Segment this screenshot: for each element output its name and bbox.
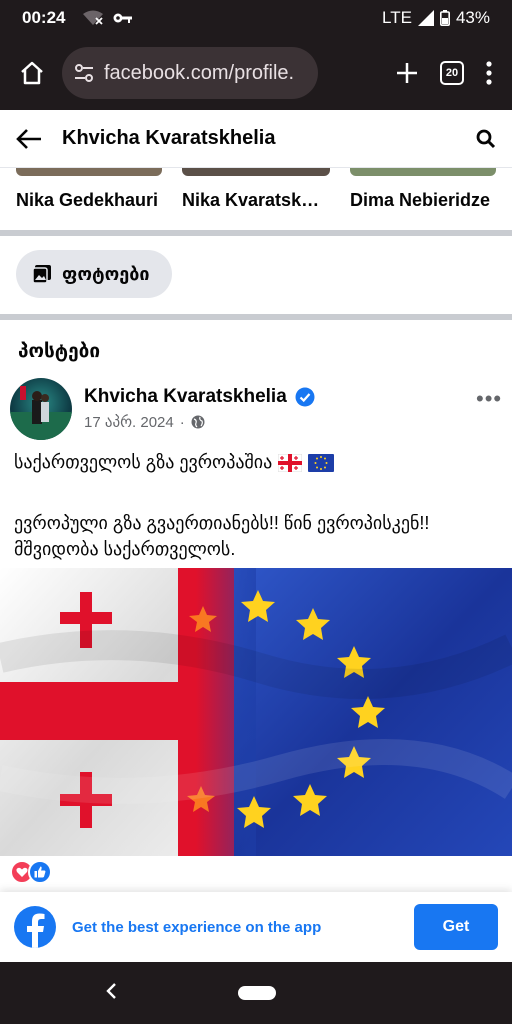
post-options-icon[interactable]: •••: [476, 386, 502, 412]
site-settings-icon[interactable]: [74, 64, 94, 82]
verified-badge-icon: [295, 387, 315, 407]
status-bar: 00:24 LTE 43%: [0, 0, 512, 36]
search-icon[interactable]: [476, 129, 496, 149]
avatar-image: [10, 386, 72, 440]
reactions-summary[interactable]: [10, 860, 52, 884]
post-date[interactable]: 17 აპრ. 2024: [84, 413, 174, 431]
friend-card[interactable]: Nika Kvaratskhelia: [182, 168, 330, 230]
url-bar[interactable]: facebook.com/profile.: [62, 47, 318, 99]
signal-icon: [417, 10, 434, 26]
new-tab-icon[interactable]: [396, 62, 418, 84]
eu-flag-emoji-icon: [308, 453, 335, 472]
friends-list: Nika Gedekhauri Nika Kvaratskhelia Dima …: [0, 168, 512, 230]
post-author[interactable]: Khvicha Kvaratskhelia: [84, 386, 315, 408]
photos-icon: [32, 265, 51, 284]
profile-header: Khvicha Kvaratskhelia: [0, 110, 512, 168]
network-type: LTE: [382, 8, 412, 27]
author-name: Khvicha Kvaratskhelia: [84, 386, 287, 407]
posts-section: პოსტები Khvicha Kvaratskhelia 17 აპრ. 20…: [0, 320, 512, 962]
nav-back-icon[interactable]: [104, 982, 118, 1000]
friend-photo: [182, 168, 330, 176]
friend-name: Nika Kvaratskhelia: [182, 190, 330, 210]
photos-label: ფოტოები: [62, 263, 150, 284]
friend-photo: [16, 168, 162, 176]
friend-name: Nika Gedekhauri: [16, 190, 159, 210]
like-reaction-icon: [28, 860, 52, 884]
app-install-banner: Get the best experience on the app Get: [0, 892, 512, 962]
app-banner-text: Get the best experience on the app: [72, 918, 322, 936]
key-icon: [113, 13, 133, 23]
georgia-flag-emoji-icon: [278, 453, 303, 472]
back-arrow-icon[interactable]: [16, 128, 42, 150]
author-avatar[interactable]: [10, 378, 72, 440]
battery-icon: [439, 10, 450, 26]
status-time: 00:24: [22, 8, 66, 27]
photos-button[interactable]: ფოტოები: [16, 250, 172, 298]
post-image-georgia-eu-flags[interactable]: [0, 568, 512, 856]
page-title: Khvicha Kvaratskhelia: [62, 127, 276, 149]
friend-card[interactable]: Dima Nebieridze: [350, 168, 496, 230]
post-text-line1: საქართველოს გზა ევროპაშია: [14, 452, 335, 473]
browser-toolbar: facebook.com/profile. 20: [0, 36, 512, 110]
battery-level: 43%: [455, 8, 490, 27]
more-options-icon[interactable]: [486, 61, 492, 85]
photos-section: ფოტოები: [0, 236, 512, 314]
url-text: facebook.com/profile.: [104, 61, 295, 84]
friend-card[interactable]: Nika Gedekhauri: [16, 168, 162, 230]
post-text-first: საქართველოს გზა ევროპაშია: [14, 452, 273, 472]
get-app-button[interactable]: Get: [414, 904, 498, 950]
tab-switcher-button[interactable]: 20: [440, 61, 464, 85]
home-button[interactable]: [10, 51, 54, 95]
facebook-logo-icon: [14, 906, 56, 948]
globe-icon: [191, 415, 205, 429]
home-icon: [21, 61, 43, 85]
post-meta: 17 აპრ. 2024 ·: [84, 413, 205, 431]
nav-home-handle[interactable]: [238, 986, 276, 1000]
wifi-off-icon: [83, 10, 104, 25]
post-text-body: ევროპული გზა გვაერთიანებს!! წინ ევროპისკ…: [14, 513, 430, 559]
friend-photo: [350, 168, 496, 176]
friend-name: Dima Nebieridze: [350, 190, 491, 210]
meta-separator: ·: [179, 413, 185, 431]
system-navigation-bar: [0, 962, 512, 1024]
posts-heading: პოსტები: [18, 341, 101, 362]
